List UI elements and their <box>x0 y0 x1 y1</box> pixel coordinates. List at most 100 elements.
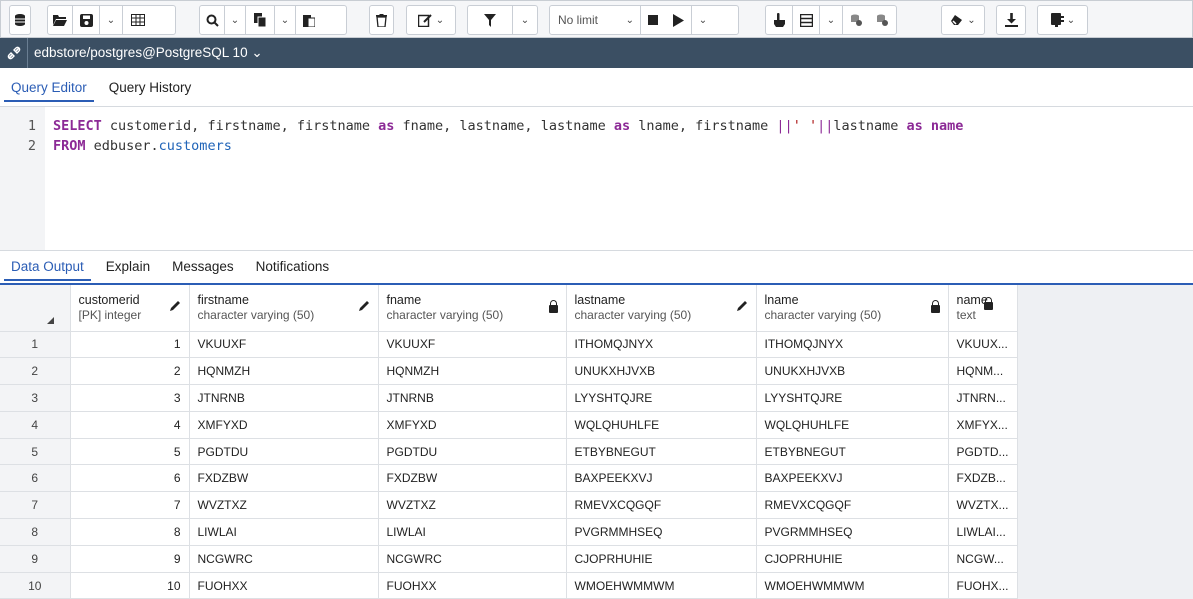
table-row[interactable]: 1 1 VKUUXF VKUUXF ITHOMQJNYX ITHOMQJNYX VKUUX.… <box>0 331 1018 359</box>
column-header-customerid[interactable]: customerid [PK] integer <box>70 285 190 332</box>
paste-button[interactable] <box>296 6 322 34</box>
table-cell[interactable]: HQNM... <box>948 357 1018 386</box>
table-row[interactable]: 6 6 FXDZBW FXDZBW BAXPEEKXVJ BAXPEEKXVJ FXDZB.… <box>0 464 1018 493</box>
table-cell[interactable]: PVGRMMHSEQ <box>756 518 949 546</box>
tab-query-history[interactable]: Query History <box>98 72 203 102</box>
explain-button[interactable] <box>766 6 792 34</box>
rollback-button[interactable] <box>869 6 895 34</box>
tab-notifications[interactable]: Notifications <box>245 251 341 281</box>
table-cell[interactable]: XMFYX... <box>948 411 1018 439</box>
column-header-lname[interactable]: lname character varying (50) <box>756 285 949 332</box>
table-cell[interactable]: PGDTDU <box>189 438 379 466</box>
table-cell[interactable]: JTNRNB <box>378 384 567 412</box>
table-cell[interactable]: FXDZB... <box>948 464 1018 493</box>
table-cell[interactable]: 9 <box>70 545 190 573</box>
table-cell[interactable]: WMOEHWMMWM <box>566 572 757 599</box>
open-file-button[interactable] <box>48 6 72 34</box>
table-cell[interactable]: 5 <box>70 438 190 466</box>
table-cell[interactable]: WVZTXZ <box>378 491 567 520</box>
select-all-corner[interactable] <box>0 285 71 332</box>
table-cell[interactable]: VKUUXF <box>378 331 567 359</box>
download-button[interactable] <box>997 6 1025 34</box>
table-cell[interactable]: CJOPRHUHIE <box>566 545 757 573</box>
table-cell[interactable]: WQLQHUHLFE <box>566 411 757 439</box>
table-row[interactable]: 7 7 WVZTXZ WVZTXZ RMEVXCQGQF RMEVXCQGQF WVZTX.… <box>0 491 1018 520</box>
table-cell[interactable]: FUOHXX <box>189 572 379 599</box>
table-cell[interactable]: LIWLAI <box>189 518 379 546</box>
explain-options-button[interactable]: ⌄ <box>820 6 842 34</box>
row-number[interactable]: 9 <box>0 545 71 573</box>
table-cell[interactable]: LIWLAI... <box>948 518 1018 546</box>
table-cell[interactable]: CJOPRHUHIE <box>756 545 949 573</box>
execute-button[interactable] <box>665 6 691 34</box>
row-number[interactable]: 6 <box>0 464 71 493</box>
find-button[interactable] <box>200 6 224 34</box>
table-cell[interactable]: JTNRN... <box>948 384 1018 412</box>
table-cell[interactable]: 8 <box>70 518 190 546</box>
table-cell[interactable]: 2 <box>70 357 190 386</box>
macros-button[interactable]: ⌄ <box>1038 6 1087 34</box>
column-header-fname[interactable]: fname character varying (50) <box>378 285 567 332</box>
table-cell[interactable]: 7 <box>70 491 190 520</box>
table-cell[interactable]: LYYSHTQJRE <box>566 384 757 412</box>
table-cell[interactable]: 10 <box>70 572 190 599</box>
row-number[interactable]: 8 <box>0 518 71 546</box>
column-header-firstname[interactable]: firstname character varying (50) <box>189 285 379 332</box>
tab-messages[interactable]: Messages <box>161 251 245 281</box>
table-cell[interactable]: ETBYBNEGUT <box>566 438 757 466</box>
table-cell[interactable]: 1 <box>70 331 190 359</box>
table-cell[interactable]: 4 <box>70 411 190 439</box>
edit-grid-button[interactable] <box>123 6 153 34</box>
table-cell[interactable]: PGDTD... <box>948 438 1018 466</box>
commit-button[interactable] <box>843 6 869 34</box>
tab-query-editor[interactable]: Query Editor <box>0 72 98 102</box>
row-number[interactable]: 2 <box>0 357 71 386</box>
table-cell[interactable]: NCGWRC <box>378 545 567 573</box>
table-row[interactable]: 5 5 PGDTDU PGDTDU ETBYBNEGUT ETBYBNEGUT PGDTD.… <box>0 438 1018 466</box>
clear-button[interactable]: ⌄ <box>942 6 984 34</box>
edit-query-button[interactable]: ⌄ <box>407 6 455 34</box>
table-cell[interactable]: ITHOMQJNYX <box>756 331 949 359</box>
delete-button[interactable] <box>370 6 393 34</box>
table-cell[interactable]: VKUUXF <box>189 331 379 359</box>
table-row[interactable]: 4 4 XMFYXD XMFYXD WQLQHUHLFE WQLQHUHLFE XMFYX.… <box>0 411 1018 439</box>
column-header-name[interactable]: name text <box>948 285 1018 332</box>
table-cell[interactable]: PVGRMMHSEQ <box>566 518 757 546</box>
table-cell[interactable]: UNUKXHJVXB <box>756 357 949 386</box>
table-cell[interactable]: BAXPEEKXVJ <box>756 464 949 493</box>
table-cell[interactable]: UNUKXHJVXB <box>566 357 757 386</box>
table-row[interactable]: 10 10 FUOHXX FUOHXX WMOEHWMMWM WMOEHWMMWM FUOH… <box>0 572 1018 599</box>
table-cell[interactable]: ETBYBNEGUT <box>756 438 949 466</box>
table-row[interactable]: 2 2 HQNMZH HQNMZH UNUKXHJVXB UNUKXHJVXB HQNM..… <box>0 357 1018 386</box>
table-cell[interactable]: BAXPEEKXVJ <box>566 464 757 493</box>
connection-label[interactable]: edbstore/postgres@PostgreSQL 10 ⌄ <box>28 45 263 61</box>
filter-button[interactable] <box>468 6 512 34</box>
save-button[interactable] <box>73 6 99 34</box>
table-cell[interactable]: 3 <box>70 384 190 412</box>
tab-data-output[interactable]: Data Output <box>0 251 95 281</box>
tab-explain[interactable]: Explain <box>95 251 161 281</box>
row-number[interactable]: 1 <box>0 331 71 359</box>
table-cell[interactable]: VKUUX... <box>948 331 1018 359</box>
table-cell[interactable]: WVZTXZ <box>189 491 379 520</box>
table-cell[interactable]: WVZTX... <box>948 491 1018 520</box>
table-row[interactable]: 8 8 LIWLAI LIWLAI PVGRMMHSEQ PVGRMMHSEQ LIWLAI… <box>0 518 1018 546</box>
save-options-button[interactable]: ⌄ <box>100 6 122 34</box>
table-cell[interactable]: FUOHX... <box>948 572 1018 599</box>
table-cell[interactable]: RMEVXCQGQF <box>566 491 757 520</box>
limit-select[interactable]: No limit ⌄ <box>550 6 640 34</box>
table-row[interactable]: 9 9 NCGWRC NCGWRC CJOPRHUHIE CJOPRHUHIE NCGW..… <box>0 545 1018 573</box>
row-number[interactable]: 3 <box>0 384 71 412</box>
table-cell[interactable]: WMOEHWMMWM <box>756 572 949 599</box>
table-cell[interactable]: 6 <box>70 464 190 493</box>
database-button[interactable] <box>9 5 31 35</box>
table-cell[interactable]: HQNMZH <box>378 357 567 386</box>
row-number[interactable]: 7 <box>0 491 71 520</box>
row-number[interactable]: 5 <box>0 438 71 466</box>
connection-bar[interactable]: edbstore/postgres@PostgreSQL 10 ⌄ <box>0 38 1193 68</box>
explain-analyze-button[interactable] <box>793 6 819 34</box>
execute-options-button[interactable]: ⌄ <box>692 6 714 34</box>
row-number[interactable]: 4 <box>0 411 71 439</box>
table-cell[interactable]: HQNMZH <box>189 357 379 386</box>
table-cell[interactable]: LIWLAI <box>378 518 567 546</box>
